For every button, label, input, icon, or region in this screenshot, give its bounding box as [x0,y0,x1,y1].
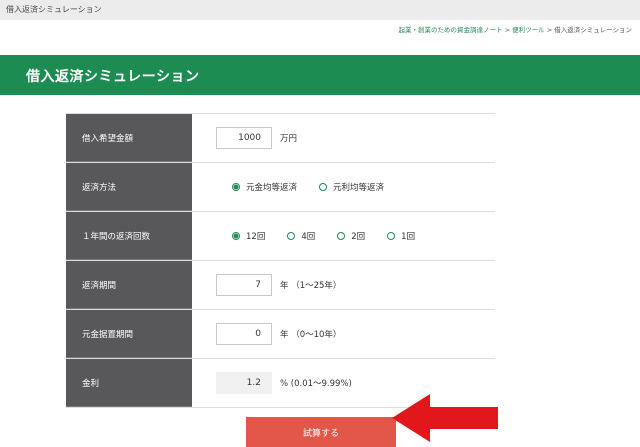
form-row-loan-amount: 借入希望金額 1000 万円 [66,114,495,163]
repayment-period-input[interactable]: 7 [216,274,272,296]
radio-label: 1回 [401,232,416,242]
breadcrumb-link-home[interactable]: 起業・創業のための資金調達ノート [399,26,503,34]
calculate-button[interactable]: 試算する [246,417,396,447]
breadcrumb-link-tools[interactable]: 便利ツール [512,26,545,34]
interest-rate-input[interactable]: 1.2 [216,372,272,394]
grace-period-unit: 年 （0～10年） [280,330,342,340]
radio-label: 元利均等返済 [333,183,385,193]
grace-period-input[interactable]: 0 [216,323,272,345]
radio-label: 12回 [246,232,266,242]
simulation-form: 借入希望金額 1000 万円 返済方法 元金均等返済 元利均等返済 １年間の返済… [66,113,495,408]
radio-selected-icon [232,183,240,191]
radio-unselected-icon [319,183,328,191]
payments-per-year-radio-group: 12回 4回 2回 1回 [232,230,437,242]
page-title-banner: 借入返済シミュレーション [0,55,640,95]
repayment-method-label: 返済方法 [66,163,192,211]
breadcrumb: 起業・創業のための資金調達ノート > 便利ツール > 借入返済シミュレーション [399,24,632,34]
breadcrumb-current: 借入返済シミュレーション [554,26,632,34]
page-content: 起業・創業のための資金調達ノート > 便利ツール > 借入返済シミュレーション … [0,20,640,447]
radio-2-times[interactable]: 2回 [337,230,365,242]
interest-rate-unit: % (0.01～9.99%) [280,379,352,389]
radio-selected-icon [232,232,240,240]
radio-label: 4回 [301,232,316,242]
form-row-repayment-period: 返済期間 7 年 （1～25年） [66,261,495,310]
repayment-method-radio-group: 元金均等返済 元利均等返済 [232,181,406,193]
radio-12-times[interactable]: 12回 [232,230,265,242]
loan-amount-label: 借入希望金額 [66,114,192,162]
red-arrow-pointer-icon [392,394,498,442]
radio-unselected-icon [337,232,346,240]
radio-unselected-icon [287,232,296,240]
radio-unselected-icon [387,232,396,240]
window-titlebar: 借入返済シミュレーション [0,0,640,21]
repayment-period-label: 返済期間 [66,261,192,309]
radio-4-times[interactable]: 4回 [287,230,315,242]
grace-period-label: 元金据置期間 [66,310,192,358]
payments-per-year-label: １年間の返済回数 [66,212,192,260]
loan-amount-unit: 万円 [280,134,298,144]
page-title: 借入返済シミュレーション [26,69,200,85]
radio-principal-equal[interactable]: 元金均等返済 [232,181,297,193]
form-row-grace-period: 元金据置期間 0 年 （0～10年） [66,310,495,359]
radio-1-time[interactable]: 1回 [387,230,415,242]
form-row-payments-per-year: １年間の返済回数 12回 4回 2回 1回 [66,212,495,261]
radio-label: 2回 [351,232,366,242]
radio-label: 元金均等返済 [246,183,298,193]
breadcrumb-separator: > [504,26,511,34]
radio-annuity-equal[interactable]: 元利均等返済 [319,181,384,193]
breadcrumb-separator: > [546,26,553,34]
loan-amount-input[interactable]: 1000 [216,127,272,149]
interest-rate-label: 金利 [66,359,192,407]
repayment-period-unit: 年 （1～25年） [280,281,342,291]
window-title: 借入返済シミュレーション [6,5,102,14]
form-row-repayment-method: 返済方法 元金均等返済 元利均等返済 [66,163,495,212]
